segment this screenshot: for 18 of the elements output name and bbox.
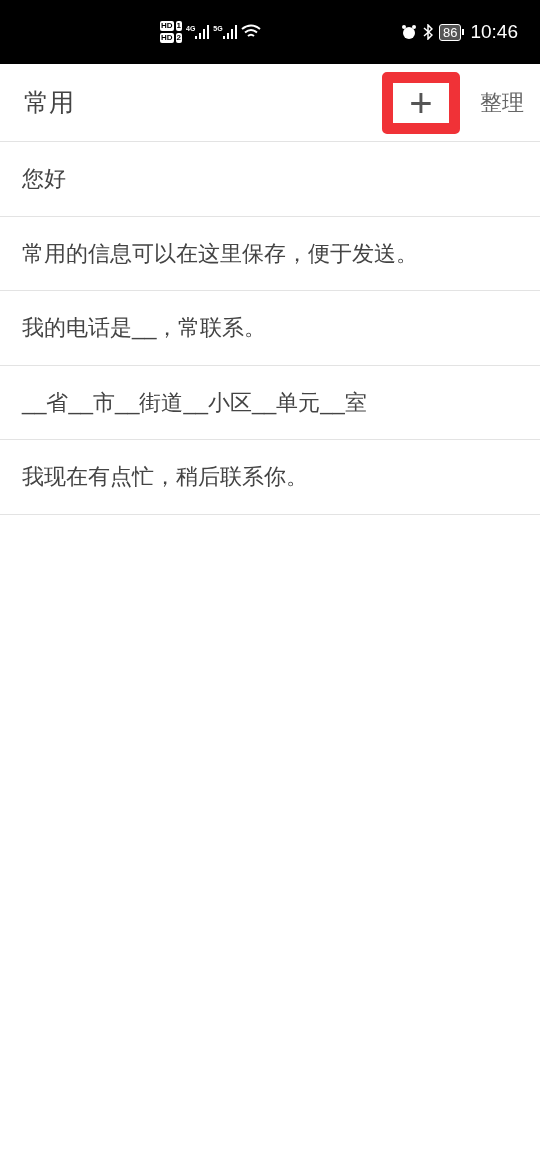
add-button[interactable]: + — [382, 71, 460, 134]
bluetooth-icon — [423, 24, 433, 40]
battery-level: 86 — [439, 23, 462, 41]
sim-label: HD — [160, 21, 174, 31]
sim-label: HD — [160, 33, 174, 43]
message-item[interactable]: 我现在有点忙，稍后联系你。 — [0, 440, 540, 515]
wifi-icon — [240, 24, 261, 40]
sim-slot: 2 — [175, 33, 182, 43]
signal-icon — [195, 25, 210, 39]
message-item[interactable]: 我的电话是__，常联系。 — [0, 291, 540, 366]
signal-icon — [222, 25, 237, 39]
message-item[interactable]: 常用的信息可以在这里保存，便于发送。 — [0, 216, 540, 291]
clock-time: 10:46 — [470, 19, 518, 44]
sim-slot: 1 — [175, 21, 182, 31]
page-title: 常用 — [24, 86, 75, 118]
organize-button[interactable]: 整理 — [480, 86, 524, 119]
message-item[interactable]: 您好 — [0, 142, 540, 217]
message-item[interactable]: __省__市__街道__小区__单元__室 — [0, 365, 540, 440]
